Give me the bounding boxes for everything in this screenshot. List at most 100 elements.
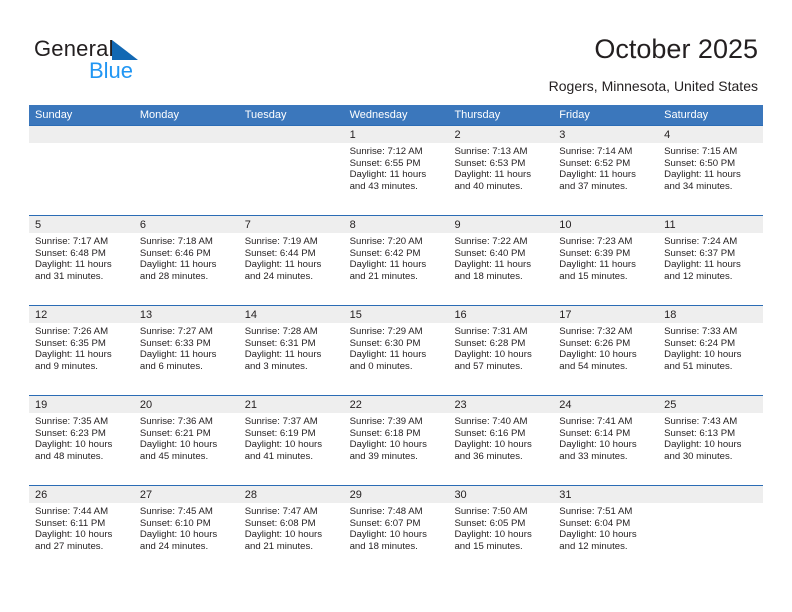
day-cell[interactable]: 6 Sunrise: 7:18 AM Sunset: 6:46 PM Dayli… — [133, 216, 239, 305]
day-details: Sunrise: 7:51 AM Sunset: 6:04 PM Dayligh… — [553, 503, 658, 552]
day-cell[interactable]: 27 Sunrise: 7:45 AM Sunset: 6:10 PM Dayl… — [133, 486, 239, 575]
day-cell[interactable]: 20 Sunrise: 7:36 AM Sunset: 6:21 PM Dayl… — [133, 396, 239, 485]
day-cell[interactable]: 25 Sunrise: 7:43 AM Sunset: 6:13 PM Dayl… — [658, 396, 764, 485]
daylight-text: Daylight: 10 hours and 21 minutes. — [244, 529, 323, 552]
day-number: 7 — [238, 216, 344, 233]
day-cell[interactable]: 2 Sunrise: 7:13 AM Sunset: 6:53 PM Dayli… — [448, 126, 554, 215]
day-details: Sunrise: 7:36 AM Sunset: 6:21 PM Dayligh… — [134, 413, 239, 462]
day-details: Sunrise: 7:45 AM Sunset: 6:10 PM Dayligh… — [134, 503, 239, 552]
sunrise-text: Sunrise: 7:35 AM — [35, 416, 109, 427]
sunset-text: Sunset: 6:52 PM — [559, 157, 631, 169]
day-cell[interactable]: 7 Sunrise: 7:19 AM Sunset: 6:44 PM Dayli… — [238, 216, 344, 305]
sunrise-text: Sunrise: 7:41 AM — [559, 416, 633, 427]
day-cell[interactable]: 21 Sunrise: 7:37 AM Sunset: 6:19 PM Dayl… — [238, 396, 344, 485]
page-header: General Blue October 2025 Rogers, Minnes… — [0, 0, 792, 100]
day-details: Sunrise: 7:35 AM Sunset: 6:23 PM Dayligh… — [29, 413, 134, 462]
day-details: Sunrise: 7:20 AM Sunset: 6:42 PM Dayligh… — [344, 233, 449, 282]
day-details: Sunrise: 7:40 AM Sunset: 6:16 PM Dayligh… — [448, 413, 553, 462]
sunrise-text: Sunrise: 7:14 AM — [559, 146, 633, 157]
daylight-text: Daylight: 11 hours and 15 minutes. — [559, 259, 636, 282]
day-cell[interactable]: 29 Sunrise: 7:48 AM Sunset: 6:07 PM Dayl… — [343, 486, 449, 575]
day-number: 3 — [553, 126, 659, 143]
day-cell[interactable]: 13 Sunrise: 7:27 AM Sunset: 6:33 PM Dayl… — [133, 306, 239, 395]
day-cell[interactable]: 31 Sunrise: 7:51 AM Sunset: 6:04 PM Dayl… — [553, 486, 659, 575]
day-cell[interactable]: 26 Sunrise: 7:44 AM Sunset: 6:11 PM Dayl… — [29, 486, 134, 575]
day-cell[interactable]: 17 Sunrise: 7:32 AM Sunset: 6:26 PM Dayl… — [553, 306, 659, 395]
location-subtitle: Rogers, Minnesota, United States — [548, 78, 758, 94]
day-cell[interactable]: 22 Sunrise: 7:39 AM Sunset: 6:18 PM Dayl… — [343, 396, 449, 485]
day-cell[interactable]: 5 Sunrise: 7:17 AM Sunset: 6:48 PM Dayli… — [29, 216, 134, 305]
day-cell — [238, 126, 344, 215]
day-cell[interactable]: 8 Sunrise: 7:20 AM Sunset: 6:42 PM Dayli… — [343, 216, 449, 305]
day-cell[interactable]: 1 Sunrise: 7:12 AM Sunset: 6:55 PM Dayli… — [343, 126, 449, 215]
day-details: Sunrise: 7:39 AM Sunset: 6:18 PM Dayligh… — [344, 413, 449, 462]
sunset-text: Sunset: 6:39 PM — [559, 247, 631, 259]
daylight-text: Daylight: 11 hours and 9 minutes. — [35, 349, 112, 372]
day-cell[interactable]: 23 Sunrise: 7:40 AM Sunset: 6:16 PM Dayl… — [448, 396, 554, 485]
day-cell[interactable]: 10 Sunrise: 7:23 AM Sunset: 6:39 PM Dayl… — [553, 216, 659, 305]
week-row: 5 Sunrise: 7:17 AM Sunset: 6:48 PM Dayli… — [29, 215, 764, 305]
week-row: 1 Sunrise: 7:12 AM Sunset: 6:55 PM Dayli… — [29, 125, 764, 215]
day-cell[interactable]: 16 Sunrise: 7:31 AM Sunset: 6:28 PM Dayl… — [448, 306, 554, 395]
sunset-text: Sunset: 6:35 PM — [35, 337, 106, 349]
day-details: Sunrise: 7:37 AM Sunset: 6:19 PM Dayligh… — [239, 413, 344, 462]
day-cell[interactable]: 30 Sunrise: 7:50 AM Sunset: 6:05 PM Dayl… — [448, 486, 554, 575]
day-cell[interactable]: 9 Sunrise: 7:22 AM Sunset: 6:40 PM Dayli… — [448, 216, 554, 305]
weekday-header-thursday: Thursday — [454, 109, 501, 121]
sunset-text: Sunset: 6:13 PM — [664, 427, 736, 439]
day-cell[interactable]: 18 Sunrise: 7:33 AM Sunset: 6:24 PM Dayl… — [658, 306, 764, 395]
day-number: 4 — [658, 126, 764, 143]
day-number: 28 — [238, 486, 344, 503]
day-cell[interactable]: 11 Sunrise: 7:24 AM Sunset: 6:37 PM Dayl… — [658, 216, 764, 305]
day-number: 29 — [343, 486, 449, 503]
weekday-header-friday: Friday — [559, 109, 590, 121]
day-cell[interactable]: 28 Sunrise: 7:47 AM Sunset: 6:08 PM Dayl… — [238, 486, 344, 575]
daylight-text: Daylight: 11 hours and 0 minutes. — [349, 349, 427, 372]
day-details: Sunrise: 7:31 AM Sunset: 6:28 PM Dayligh… — [448, 323, 553, 372]
daylight-text: Daylight: 11 hours and 12 minutes. — [664, 259, 741, 282]
daylight-text: Daylight: 11 hours and 6 minutes. — [139, 349, 217, 372]
sunset-text: Sunset: 6:04 PM — [559, 517, 631, 529]
day-cell[interactable]: 19 Sunrise: 7:35 AM Sunset: 6:23 PM Dayl… — [29, 396, 134, 485]
day-details: Sunrise: 7:27 AM Sunset: 6:33 PM Dayligh… — [134, 323, 239, 372]
sunset-text: Sunset: 6:14 PM — [559, 427, 631, 439]
day-details: Sunrise: 7:19 AM Sunset: 6:44 PM Dayligh… — [239, 233, 344, 282]
sunset-text: Sunset: 6:11 PM — [35, 517, 106, 529]
sunrise-text: Sunrise: 7:33 AM — [664, 326, 738, 337]
day-number: 20 — [133, 396, 239, 413]
sunrise-text: Sunrise: 7:48 AM — [349, 506, 423, 517]
day-cell[interactable]: 24 Sunrise: 7:41 AM Sunset: 6:14 PM Dayl… — [553, 396, 659, 485]
daylight-text: Daylight: 11 hours and 40 minutes. — [454, 169, 532, 192]
day-cell[interactable]: 4 Sunrise: 7:15 AM Sunset: 6:50 PM Dayli… — [658, 126, 764, 215]
day-cell[interactable]: 3 Sunrise: 7:14 AM Sunset: 6:52 PM Dayli… — [553, 126, 659, 215]
sunset-text: Sunset: 6:50 PM — [664, 157, 736, 169]
day-cell — [133, 126, 239, 215]
day-cell[interactable]: 15 Sunrise: 7:29 AM Sunset: 6:30 PM Dayl… — [343, 306, 449, 395]
day-cell[interactable]: 14 Sunrise: 7:28 AM Sunset: 6:31 PM Dayl… — [238, 306, 344, 395]
day-details: Sunrise: 7:23 AM Sunset: 6:39 PM Dayligh… — [553, 233, 658, 282]
day-number: 16 — [448, 306, 554, 323]
day-details: Sunrise: 7:15 AM Sunset: 6:50 PM Dayligh… — [658, 143, 763, 192]
day-details — [29, 143, 134, 146]
day-details: Sunrise: 7:13 AM Sunset: 6:53 PM Dayligh… — [448, 143, 553, 192]
sunrise-text: Sunrise: 7:22 AM — [454, 236, 528, 247]
daylight-text: Daylight: 10 hours and 51 minutes. — [664, 349, 742, 372]
day-number: 18 — [658, 306, 764, 323]
general-blue-logo[interactable]: General Blue — [34, 36, 234, 92]
sunrise-text: Sunrise: 7:24 AM — [664, 236, 738, 247]
sunset-text: Sunset: 6:24 PM — [664, 337, 736, 349]
sunset-text: Sunset: 6:44 PM — [244, 247, 316, 259]
daylight-text: Daylight: 11 hours and 3 minutes. — [244, 349, 322, 372]
day-number — [29, 126, 134, 143]
sunset-text: Sunset: 6:28 PM — [454, 337, 526, 349]
day-number: 1 — [343, 126, 449, 143]
day-number: 14 — [238, 306, 344, 323]
day-details: Sunrise: 7:28 AM Sunset: 6:31 PM Dayligh… — [239, 323, 344, 372]
daylight-text: Daylight: 10 hours and 24 minutes. — [139, 529, 218, 552]
day-details: Sunrise: 7:14 AM Sunset: 6:52 PM Dayligh… — [553, 143, 658, 192]
day-details: Sunrise: 7:50 AM Sunset: 6:05 PM Dayligh… — [448, 503, 553, 552]
sunrise-text: Sunrise: 7:39 AM — [349, 416, 423, 427]
day-details: Sunrise: 7:24 AM Sunset: 6:37 PM Dayligh… — [658, 233, 763, 282]
day-cell[interactable]: 12 Sunrise: 7:26 AM Sunset: 6:35 PM Dayl… — [29, 306, 134, 395]
day-details: Sunrise: 7:22 AM Sunset: 6:40 PM Dayligh… — [448, 233, 553, 282]
